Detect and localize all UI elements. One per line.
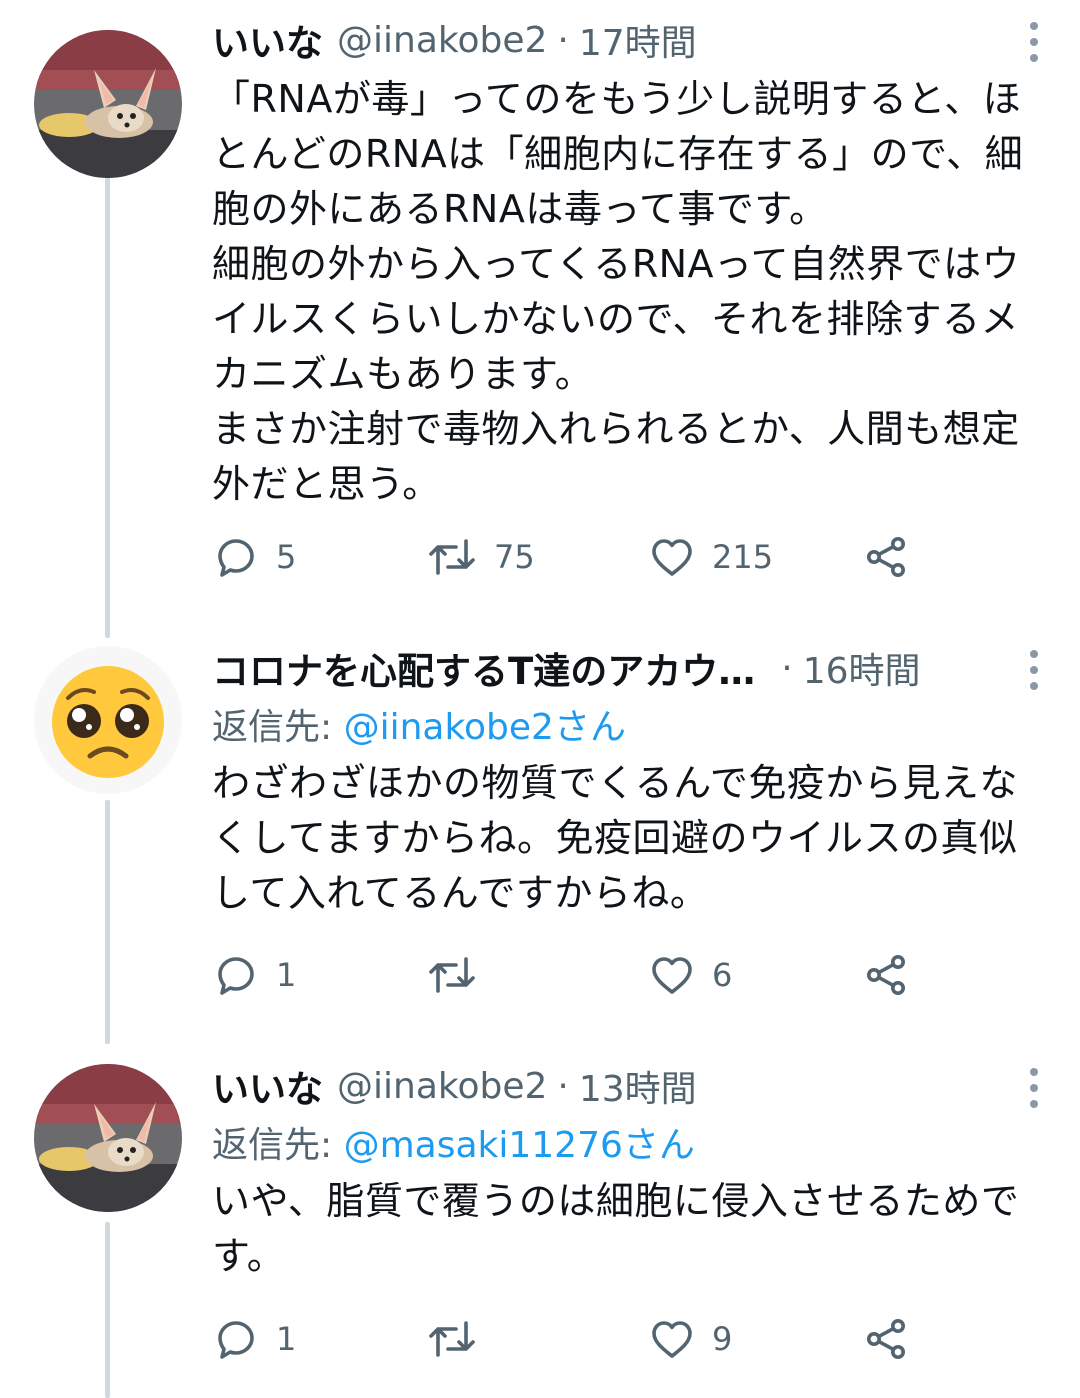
retweet-count: 75 (494, 538, 535, 576)
tweet[interactable]: コロナを心配するT達のアカウ… · 16時間 返信先: @iinakobe2さん… (0, 638, 1080, 1038)
tweet-actions: 5 75 215 (212, 532, 932, 582)
fennec-fox-avatar (34, 1064, 182, 1212)
user-avatar[interactable] (34, 30, 182, 178)
like-icon (652, 957, 692, 994)
display-name[interactable]: いいな (212, 13, 323, 67)
separator-dot: · (781, 647, 793, 689)
retweet-button[interactable] (426, 950, 494, 1000)
tweet-header: コロナを心配するT達のアカウ… · 16時間 (212, 638, 970, 698)
tweet-header: いいな @iinakobe2 · 17時間 (212, 10, 1010, 70)
user-handle[interactable]: @iinakobe2 (337, 20, 547, 61)
pleading-face-emoji-avatar (34, 646, 182, 794)
reply-to-line: 返信先: @masaki11276さん (212, 1116, 695, 1168)
more-icon[interactable] (1028, 1068, 1040, 1108)
share-icon (867, 1319, 905, 1359)
reply-button[interactable]: 1 (212, 950, 296, 1000)
separator-dot: · (557, 19, 569, 61)
more-icon[interactable] (1028, 22, 1040, 62)
retweet-button[interactable]: 75 (426, 532, 535, 582)
tweet-header: いいな @iinakobe2 · 13時間 (212, 1056, 1010, 1116)
like-button[interactable]: 6 (648, 950, 732, 1000)
like-icon (652, 539, 692, 576)
share-button[interactable] (862, 950, 910, 1000)
reply-to-line: 返信先: @iinakobe2さん (212, 698, 626, 750)
reply-target-link[interactable]: @masaki11276さん (344, 1125, 695, 1166)
reply-prefix: 返信先: (212, 707, 344, 748)
tweet-text: いや、脂質で覆うのは細胞に侵入させるためです。 (212, 1179, 1020, 1278)
timestamp[interactable]: 16時間 (803, 642, 921, 694)
retweet-button[interactable] (426, 1314, 494, 1364)
tweet[interactable]: いいな @iinakobe2 · 17時間 「RNAが毒」ってのをもう少し説明す… (0, 10, 1080, 610)
reply-icon (218, 539, 254, 577)
separator-dot: · (557, 1065, 569, 1107)
like-icon (652, 1321, 692, 1358)
retweet-icon (429, 539, 475, 575)
user-avatar[interactable] (34, 1064, 182, 1212)
reply-count: 1 (276, 956, 297, 994)
share-icon (867, 955, 905, 995)
reply-count: 5 (276, 538, 297, 576)
reply-icon (218, 1321, 254, 1359)
retweet-icon (429, 1321, 475, 1357)
tweet-text: わざわざほかの物質でくるんで免疫から見えなくしてますからね。免疫回避のウイルスの… (212, 761, 1018, 915)
user-avatar[interactable] (34, 646, 182, 794)
tweet-text: 「RNAが毒」ってのをもう少し説明すると、ほとんどのRNAは「細胞内に存在する」… (212, 77, 1024, 506)
timestamp[interactable]: 17時間 (579, 14, 697, 66)
tweet[interactable]: いいな @iinakobe2 · 13時間 返信先: @masaki11276さ… (0, 1056, 1080, 1398)
share-icon (867, 537, 905, 577)
like-count: 9 (712, 1320, 733, 1358)
reply-icon (218, 957, 254, 995)
reply-target-link[interactable]: @iinakobe2さん (344, 707, 626, 748)
fennec-fox-avatar (34, 30, 182, 178)
like-count: 6 (712, 956, 733, 994)
display-name[interactable]: コロナを心配するT達のアカウ… (212, 641, 755, 695)
share-button[interactable] (862, 532, 910, 582)
reply-prefix: 返信先: (212, 1125, 344, 1166)
more-icon[interactable] (1028, 650, 1040, 690)
reply-count: 1 (276, 1320, 297, 1358)
like-button[interactable]: 215 (648, 532, 773, 582)
reply-button[interactable]: 5 (212, 532, 296, 582)
display-name[interactable]: いいな (212, 1059, 323, 1113)
tweet-actions: 1 9 (212, 1314, 932, 1364)
like-button[interactable]: 9 (648, 1314, 732, 1364)
like-count: 215 (712, 538, 774, 576)
timestamp[interactable]: 13時間 (579, 1060, 697, 1112)
user-handle[interactable]: @iinakobe2 (337, 1066, 547, 1107)
tweet-actions: 1 6 (212, 950, 932, 1000)
share-button[interactable] (862, 1314, 910, 1364)
reply-button[interactable]: 1 (212, 1314, 296, 1364)
retweet-icon (429, 957, 475, 993)
